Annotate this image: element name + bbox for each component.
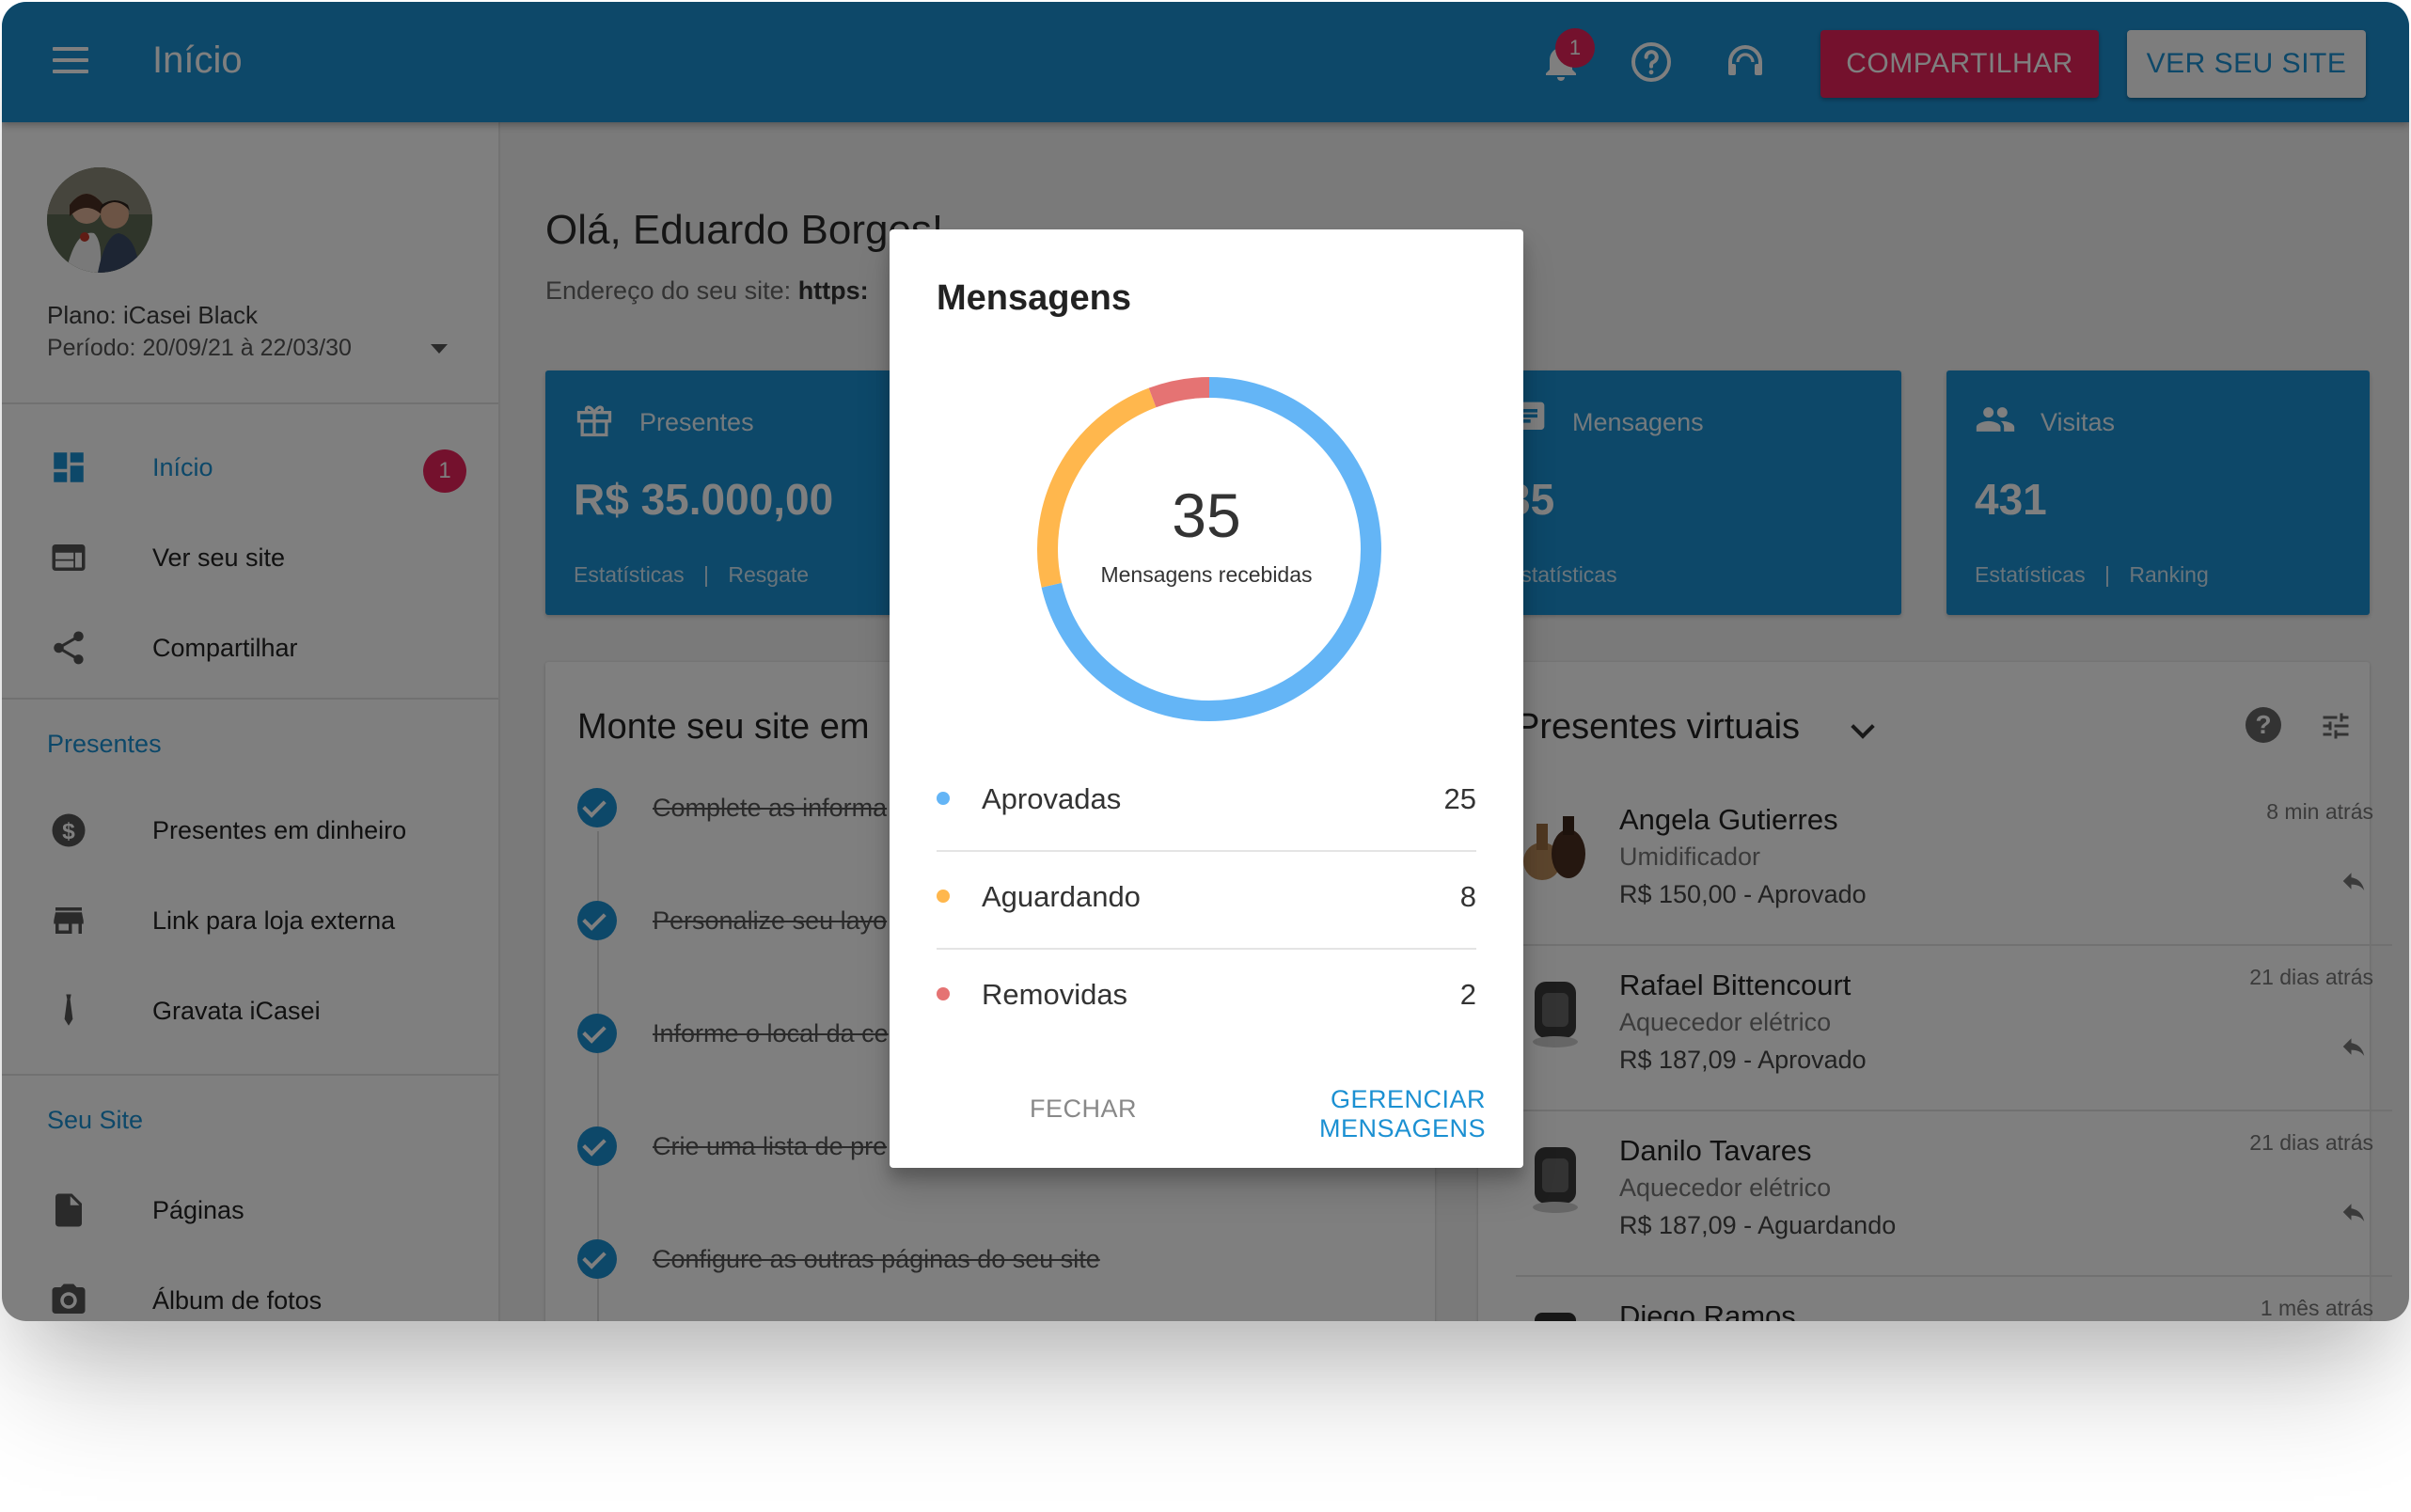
legend-label: Aguardando	[982, 880, 1141, 913]
close-button[interactable]: FECHAR	[1017, 1085, 1149, 1132]
legend-value: 8	[1459, 880, 1476, 913]
messages-dialog: Mensagens 35 Mensagens recebidas Aprovad…	[890, 229, 1523, 1168]
legend-value: 25	[1443, 782, 1476, 815]
legend-dot	[937, 987, 950, 1000]
donut-total-label: Mensagens recebidas	[1100, 562, 1313, 587]
legend-row-removidas: Removidas 2	[937, 950, 1476, 1047]
manage-messages-button[interactable]: GERENCIAR MENSAGENS	[1168, 1085, 1486, 1142]
legend-dot	[937, 792, 950, 805]
legend-label: Removidas	[982, 978, 1128, 1011]
dialog-title: Mensagens	[937, 278, 1131, 318]
legend-row-aprovadas: Aprovadas 25	[937, 754, 1476, 852]
donut-total: 35	[1172, 480, 1241, 550]
legend-value: 2	[1459, 978, 1476, 1011]
legend-label: Aprovadas	[982, 782, 1122, 815]
legend-row-aguardando: Aguardando 8	[937, 852, 1476, 950]
legend-dot	[937, 890, 950, 903]
app-window: Início 1 COMPARTILHAR VER SEU SITE Plano…	[2, 2, 2409, 1321]
donut-slice-removidas	[1148, 377, 1210, 408]
